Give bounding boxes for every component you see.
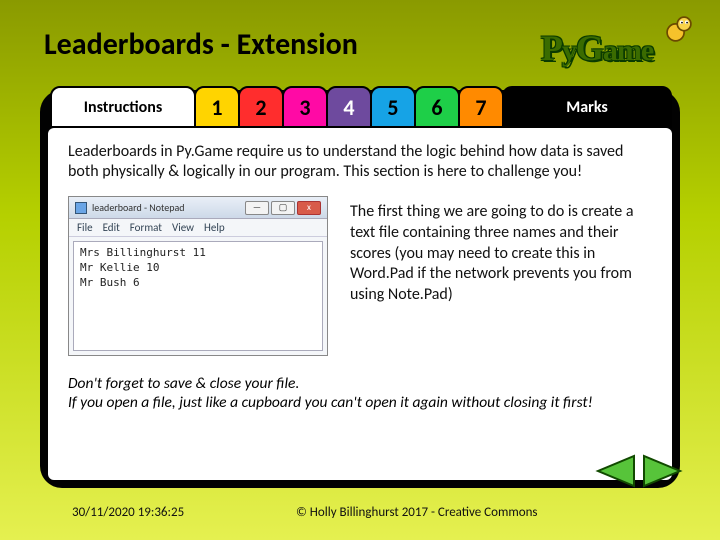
menu-help: Help <box>204 221 225 234</box>
side-paragraph: The first thing we are going to do is cr… <box>350 196 652 306</box>
tab-2[interactable]: 2 <box>238 86 284 128</box>
close-button: x <box>297 201 321 215</box>
tab-7[interactable]: 7 <box>458 86 504 128</box>
notepad-titlebar: leaderboard - Notepad — ▢ x <box>69 197 327 219</box>
worm-icon <box>662 12 696 46</box>
next-arrow-icon[interactable] <box>642 454 684 488</box>
pygame-logo: PyGame <box>502 18 692 78</box>
menu-edit: Edit <box>103 221 120 234</box>
reminder-line-1: Don't forget to save & close your file. <box>68 374 299 393</box>
menu-file: File <box>77 221 93 234</box>
notepad-icon <box>75 202 87 214</box>
notepad-line-1: Mrs Billinghurst 11 <box>80 246 316 261</box>
tab-1[interactable]: 1 <box>194 86 240 128</box>
tab-instructions[interactable]: Instructions <box>50 86 196 128</box>
reminder-line-2: If you open a file, just like a cupboard… <box>68 393 593 412</box>
tab-6[interactable]: 6 <box>414 86 460 128</box>
pygame-logo-text: PyGame <box>541 27 653 69</box>
reminder-note: Don't forget to save & close your file. … <box>68 374 652 413</box>
minimize-button: — <box>245 201 269 215</box>
notepad-title: leaderboard - Notepad <box>92 201 185 214</box>
tab-4[interactable]: 4 <box>326 86 372 128</box>
footer: 30/11/2020 19:36:25 © Holly Billinghurst… <box>72 505 680 520</box>
prev-arrow-icon[interactable] <box>594 454 636 488</box>
notepad-body: Mrs Billinghurst 11 Mr Kellie 10 Mr Bush… <box>73 241 323 351</box>
tab-marks[interactable]: Marks <box>502 86 672 128</box>
nav-arrows <box>594 454 684 488</box>
menu-view: View <box>172 221 194 234</box>
tab-strip: Instructions 1 2 3 4 5 6 7 Marks <box>50 86 670 132</box>
intro-paragraph: Leaderboards in Py.Game require us to un… <box>68 142 652 182</box>
notepad-menus: File Edit Format View Help <box>69 219 327 237</box>
tab-5[interactable]: 5 <box>370 86 416 128</box>
menu-format: Format <box>130 221 162 234</box>
footer-timestamp: 30/11/2020 19:36:25 <box>72 505 272 520</box>
white-panel: Leaderboards in Py.Game require us to un… <box>48 128 672 480</box>
notepad-line-2: Mr Kellie 10 <box>80 261 316 276</box>
footer-copyright: © Holly Billinghurst 2017 - Creative Com… <box>272 505 680 520</box>
notepad-screenshot: leaderboard - Notepad — ▢ x File Edit Fo… <box>68 196 328 356</box>
notepad-line-3: Mr Bush 6 <box>80 276 316 291</box>
page-title: Leaderboards - Extension <box>44 26 358 63</box>
tab-3[interactable]: 3 <box>282 86 328 128</box>
maximize-button: ▢ <box>271 201 295 215</box>
content-card: Instructions 1 2 3 4 5 6 7 Marks Leaderb… <box>40 90 680 488</box>
